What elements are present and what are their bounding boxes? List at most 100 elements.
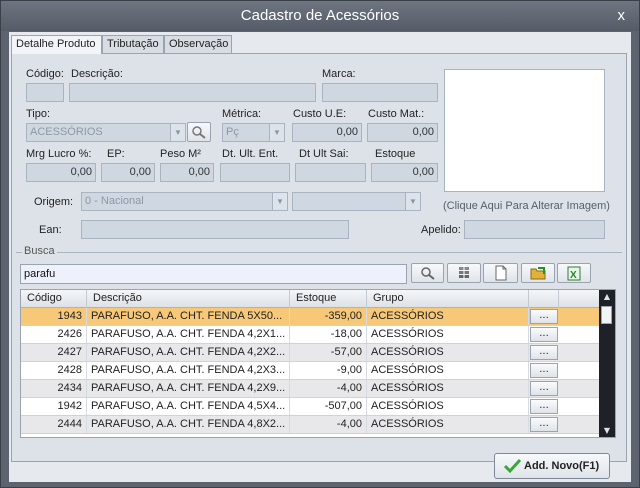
cell-grupo[interactable]: ACESSÓRIOS: [367, 416, 529, 433]
tab-observacao[interactable]: Observação: [164, 35, 232, 53]
busca-group-title: Busca: [22, 245, 57, 257]
add-novo-button[interactable]: Add. Novo(F1): [494, 453, 610, 479]
image-caption-link[interactable]: (Clique Aqui Para Alterar Imagem): [443, 200, 610, 212]
scroll-up-arrow-icon[interactable]: ▲: [599, 290, 615, 303]
vertical-scrollbar[interactable]: ▲ ▼: [599, 290, 615, 437]
cell-descricao[interactable]: PARAFUSO, A.A. CHT. FENDA 4,5X4...: [87, 398, 290, 415]
table-row[interactable]: 2428 PARAFUSO, A.A. CHT. FENDA 4,2X3... -9…: [21, 362, 599, 380]
apelido-field[interactable]: [464, 220, 605, 239]
table-row[interactable]: 1943 PARAFUSO, A.A. CHT. FENDA 5X50... -35…: [21, 308, 599, 326]
database-icon: [459, 266, 469, 280]
row-details-button[interactable]: ...: [530, 363, 558, 378]
cell-estoque[interactable]: -9,00: [290, 362, 367, 379]
cell-descricao[interactable]: PARAFUSO, A.A. CHT. FENDA 4,8X2...: [87, 416, 290, 433]
table-row[interactable]: 2426 PARAFUSO, A.A. CHT. FENDA 4,2X1... -1…: [21, 326, 599, 344]
column-header-codigo[interactable]: Código: [21, 290, 87, 308]
origem-label: Origem:: [34, 196, 74, 208]
dt-ult-ent-field[interactable]: [220, 163, 290, 182]
tab-detalhe-produto[interactable]: Detalhe Produto: [11, 35, 102, 54]
scroll-down-arrow-icon[interactable]: ▼: [599, 424, 615, 437]
dt-ult-sai-field[interactable]: [295, 163, 366, 182]
check-icon: [503, 458, 522, 474]
row-details-button[interactable]: ...: [530, 417, 558, 432]
cell-grupo[interactable]: ACESSÓRIOS: [367, 398, 529, 415]
codigo-field[interactable]: [26, 83, 64, 102]
database-button[interactable]: [447, 263, 481, 283]
table-row[interactable]: 2444 PARAFUSO, A.A. CHT. FENDA 4,8X2... -4…: [21, 416, 599, 434]
new-document-button[interactable]: [483, 263, 518, 283]
svg-text:X: X: [570, 270, 577, 281]
dt-ult-sai-label: Dt Ult Sai:: [299, 148, 349, 160]
peso-label: Peso M²: [160, 148, 201, 160]
origem-secondary-select[interactable]: ▼: [292, 192, 421, 211]
cell-descricao[interactable]: PARAFUSO, A.A. CHT. FENDA 4,2X9...: [87, 380, 290, 397]
custo-ue-field[interactable]: 0,00: [292, 123, 362, 142]
cell-estoque[interactable]: -4,00: [290, 416, 367, 433]
row-details-button[interactable]: ...: [530, 345, 558, 360]
cell-grupo[interactable]: ACESSÓRIOS: [367, 326, 529, 343]
tipo-search-button[interactable]: [187, 122, 211, 142]
estoque-field[interactable]: 0,00: [371, 163, 438, 182]
cell-descricao[interactable]: PARAFUSO, A.A. CHT. FENDA 4,2X3...: [87, 362, 290, 379]
cell-codigo[interactable]: 2426: [21, 326, 87, 343]
cell-codigo[interactable]: 2428: [21, 362, 87, 379]
cell-codigo[interactable]: 1942: [21, 398, 87, 415]
results-grid: Código Descrição Estoque Grupo 1943 PARAF…: [20, 289, 616, 438]
cell-estoque[interactable]: -359,00: [290, 308, 367, 325]
cell-codigo[interactable]: 2444: [21, 416, 87, 433]
row-details-button[interactable]: ...: [530, 309, 558, 324]
column-header-estoque[interactable]: Estoque: [290, 290, 367, 308]
cell-estoque[interactable]: -507,00: [290, 398, 367, 415]
search-icon: [421, 267, 435, 280]
origem-select[interactable]: 0 - Nacional ▼: [81, 192, 288, 211]
cell-descricao[interactable]: PARAFUSO, A.A. CHT. FENDA 4,2X2...: [87, 344, 290, 361]
cell-codigo[interactable]: 2427: [21, 344, 87, 361]
busca-search-button[interactable]: [411, 263, 444, 283]
cell-descricao[interactable]: PARAFUSO, A.A. CHT. FENDA 4,2X1...: [87, 326, 290, 343]
column-header-descricao[interactable]: Descrição: [87, 290, 290, 308]
cell-codigo[interactable]: 1943: [21, 308, 87, 325]
cell-grupo[interactable]: ACESSÓRIOS: [367, 308, 529, 325]
scroll-thumb[interactable]: [601, 306, 612, 324]
mrg-lucro-field[interactable]: 0,00: [26, 163, 96, 182]
column-header-grupo[interactable]: Grupo: [367, 290, 529, 308]
apelido-label: Apelido:: [421, 224, 461, 236]
marca-label: Marca:: [322, 68, 356, 80]
cell-codigo[interactable]: 2434: [21, 380, 87, 397]
marca-field[interactable]: [322, 83, 438, 102]
dialog-window: Cadastro de Acessórios x Detalhe Produto…: [0, 0, 640, 488]
folder-icon: [530, 267, 546, 280]
row-details-button[interactable]: ...: [530, 327, 558, 342]
peso-field[interactable]: 0,00: [160, 163, 214, 182]
row-details-button[interactable]: ...: [530, 381, 558, 396]
cell-estoque[interactable]: -18,00: [290, 326, 367, 343]
cell-descricao[interactable]: PARAFUSO, A.A. CHT. FENDA 5X50...: [87, 308, 290, 325]
cell-grupo[interactable]: ACESSÓRIOS: [367, 380, 529, 397]
codigo-label: Código:: [26, 68, 64, 80]
excel-export-button[interactable]: X: [557, 263, 591, 283]
custo-mat-field[interactable]: 0,00: [367, 123, 438, 142]
product-image[interactable]: [444, 69, 605, 192]
descricao-field[interactable]: [69, 83, 316, 102]
table-row[interactable]: 2427 PARAFUSO, A.A. CHT. FENDA 4,2X2... -5…: [21, 344, 599, 362]
metrica-select[interactable]: Pç ▼: [222, 123, 285, 142]
estoque-label: Estoque: [375, 148, 416, 160]
metrica-label: Métrica:: [222, 108, 262, 120]
ep-field[interactable]: 0,00: [101, 163, 155, 182]
cell-estoque[interactable]: -4,00: [290, 380, 367, 397]
descricao-label: Descrição:: [71, 68, 123, 80]
cell-grupo[interactable]: ACESSÓRIOS: [367, 344, 529, 361]
row-details-button[interactable]: ...: [530, 399, 558, 414]
table-row[interactable]: 1942 PARAFUSO, A.A. CHT. FENDA 4,5X4... -5…: [21, 398, 599, 416]
tipo-select[interactable]: ACESSÓRIOS ▼: [26, 123, 186, 142]
open-folder-button[interactable]: [521, 263, 555, 283]
mrg-lucro-label: Mrg Lucro %:: [26, 148, 92, 160]
cell-estoque[interactable]: -57,00: [290, 344, 367, 361]
table-row[interactable]: 2434 PARAFUSO, A.A. CHT. FENDA 4,2X9... -4…: [21, 380, 599, 398]
close-button[interactable]: x: [618, 1, 626, 31]
busca-search-input[interactable]: parafu: [20, 264, 407, 284]
cell-grupo[interactable]: ACESSÓRIOS: [367, 362, 529, 379]
tab-tributacao[interactable]: Tributação: [102, 35, 164, 53]
ean-field[interactable]: [81, 220, 349, 239]
custo-mat-label: Custo Mat.:: [368, 108, 425, 120]
